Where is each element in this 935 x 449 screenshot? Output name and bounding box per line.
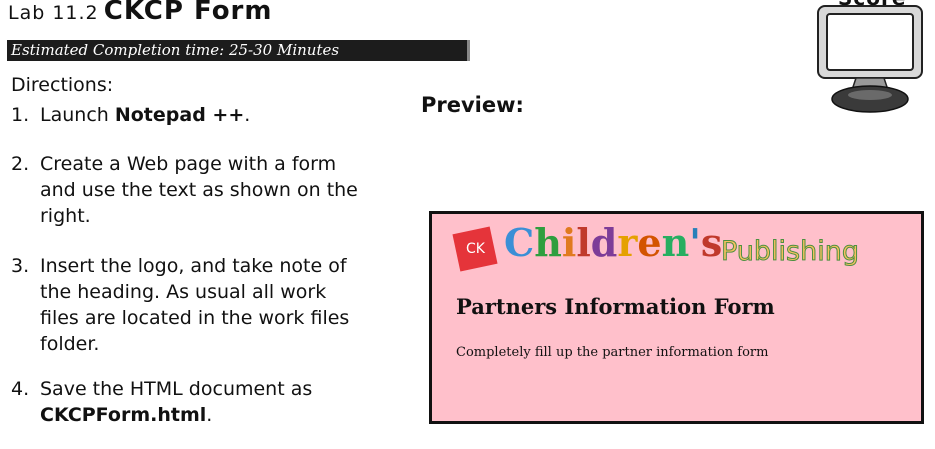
logo-letter: e — [637, 220, 662, 265]
logo-publishing-text: Publishing — [721, 236, 860, 268]
logo-letter: d — [590, 220, 618, 265]
step-text: Launch — [40, 104, 115, 126]
monitor-icon — [817, 5, 923, 113]
step-4: 4. Save the HTML document as CKCPForm.ht… — [11, 376, 370, 428]
step-bold-text: CKCPForm.html — [40, 404, 207, 426]
lab-number: Lab 11.2 — [8, 2, 99, 24]
preview-label: Preview: — [421, 93, 524, 117]
logo-letter: n — [661, 220, 690, 265]
step-text: Save the HTML document as — [40, 378, 313, 400]
logo-letter: i — [561, 220, 577, 265]
directions-heading: Directions: — [11, 74, 114, 96]
form-heading: Partners Information Form — [456, 294, 775, 319]
step-2: 2. Create a Web page with a form and use… — [11, 151, 370, 229]
ck-badge-text: CK — [465, 241, 485, 257]
logo-children-text: Children's — [504, 220, 722, 265]
estimated-time-text: Estimated Completion time: 25-30 Minutes — [11, 41, 340, 59]
step-1: 1. Launch Notepad ++. — [11, 102, 370, 128]
step-bold-text: Notepad ++ — [114, 104, 245, 126]
step-text: Create a Web page with a form and use th… — [40, 153, 358, 227]
step-3: 3. Insert the logo, and take note of the… — [11, 253, 370, 357]
logo-letter: r — [617, 220, 638, 265]
step-number: 3. — [11, 255, 30, 277]
preview-box: CK Children's Publishing Partners Inform… — [429, 211, 924, 424]
logo-letter: h — [534, 220, 562, 265]
logo-letter: ' — [689, 220, 701, 265]
step-number: 1. — [11, 104, 30, 126]
step-number: 4. — [11, 378, 30, 400]
step-text: . — [244, 104, 251, 126]
step-number: 2. — [11, 153, 30, 175]
lab-title: Lab 11.2 CKCP Form — [8, 0, 272, 30]
ck-badge: CK — [452, 226, 498, 272]
step-text: Insert the logo, and take note of the he… — [40, 255, 350, 355]
score-monitor: Score — [808, 0, 932, 116]
lab-name: CKCP Form — [103, 0, 273, 26]
logo-letter: s — [700, 220, 723, 265]
score-label: Score — [838, 0, 906, 10]
step-text: . — [206, 404, 213, 426]
logo-letter: C — [504, 220, 535, 265]
logo-letter: l — [576, 220, 591, 265]
form-description: Completely fill up the partner informati… — [456, 345, 769, 360]
estimated-time-bar: Estimated Completion time: 25-30 Minutes — [7, 40, 470, 61]
